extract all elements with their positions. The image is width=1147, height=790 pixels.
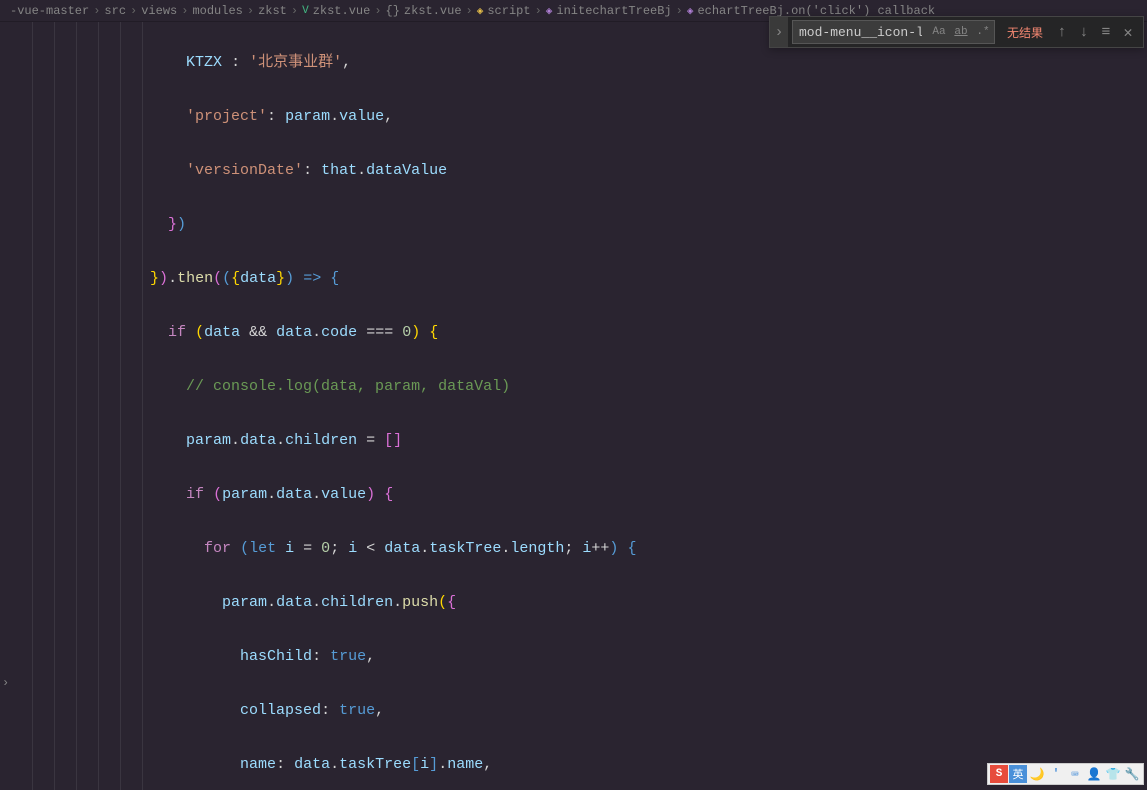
code-token: taskTree [429,540,501,557]
find-input[interactable] [793,23,928,42]
breadcrumb-item[interactable]: Vzkst.vue [302,4,370,18]
breadcrumb-item[interactable]: ◈initechartTreeBj [546,4,672,18]
code-token: data [240,270,276,287]
code-token: dataValue [366,162,447,179]
chevron-right-icon: › [181,4,188,18]
ime-toolbar[interactable]: S 英 🌙 ' ⌨ 👤 👕 🔧 [987,763,1144,785]
find-next-button[interactable]: ↓ [1073,21,1095,43]
chevron-right-icon: › [374,4,381,18]
gutter: › [0,22,20,790]
code-token: i [348,540,357,557]
code-token: data [276,486,312,503]
code-token: param [222,594,267,611]
code-token: taskTree [339,756,411,773]
method-icon: ◈ [546,4,553,18]
find-input-wrap: Aa ab .* [792,20,995,44]
breadcrumb-item[interactable]: views [141,4,177,18]
breadcrumb-item[interactable]: -vue-master [10,4,89,18]
code-token: true [330,648,366,665]
brace-icon: {} [386,4,400,18]
ime-user-icon[interactable]: 👤 [1085,765,1103,783]
ime-punct-icon[interactable]: ' [1047,765,1065,783]
code-token: i [420,756,429,773]
ime-logo-icon[interactable]: S [990,765,1008,783]
expand-arrow-icon[interactable]: › [2,676,9,690]
editor-area[interactable]: › KTZX : '北京事业群', 'project': param.value… [0,22,1147,790]
code-token: i [285,540,294,557]
code-token: true [339,702,375,719]
chevron-right-icon: › [93,4,100,18]
code-token: param [285,108,330,125]
code-token: name [447,756,483,773]
code-token: 0 [321,540,330,557]
vue-icon: V [302,5,309,17]
method-icon: ◈ [687,4,694,18]
code-token: data [276,594,312,611]
find-selection-button[interactable]: ≡ [1095,21,1117,43]
code-token: length [510,540,564,557]
code-token: 0 [402,324,411,341]
code-token: value [339,108,384,125]
code-token: data [276,324,312,341]
find-close-button[interactable]: ✕ [1117,21,1139,43]
match-word-button[interactable]: ab [951,22,971,42]
ime-keyboard-icon[interactable]: ⌨ [1066,765,1084,783]
code-token: param [186,432,231,449]
code-token: 'versionDate' [186,162,303,179]
code-token: KTZX [186,54,222,71]
code-token: collapsed [240,702,321,719]
code-token: push [402,594,438,611]
ime-lang-button[interactable]: 英 [1009,765,1027,783]
code-token: '北京事业群' [249,54,342,71]
find-prev-button[interactable]: ↑ [1051,21,1073,43]
code-token: that [321,162,357,179]
code-token: children [321,594,393,611]
code-token: if [168,324,186,341]
ime-skin-icon[interactable]: 👕 [1104,765,1122,783]
breadcrumb-item[interactable]: modules [192,4,242,18]
chevron-right-icon: › [466,4,473,18]
regex-button[interactable]: .* [973,22,993,42]
code-token: name [240,756,276,773]
chevron-right-icon: › [247,4,254,18]
code-token: let [249,540,276,557]
breadcrumb-item[interactable]: src [104,4,126,18]
ime-moon-icon[interactable]: 🌙 [1028,765,1046,783]
code-token: children [285,432,357,449]
chevron-right-icon: › [130,4,137,18]
code-token: hasChild [240,648,312,665]
chevron-right-icon: › [291,4,298,18]
find-toggle-replace[interactable]: › [770,17,788,47]
code-token: if [186,486,204,503]
code-token: data [240,432,276,449]
code-token: data [294,756,330,773]
find-widget: › Aa ab .* 无结果 ↑ ↓ ≡ ✕ [769,16,1144,48]
code-content[interactable]: KTZX : '北京事业群', 'project': param.value, … [20,22,1147,790]
breadcrumb-item[interactable]: zkst [258,4,287,18]
breadcrumb-item[interactable]: ◈script [477,4,531,18]
breadcrumb-item[interactable]: {}zkst.vue [386,4,462,18]
chevron-right-icon: › [535,4,542,18]
ime-settings-icon[interactable]: 🔧 [1123,765,1141,783]
chevron-right-icon: › [676,4,683,18]
code-token: value [321,486,366,503]
match-case-button[interactable]: Aa [929,22,949,42]
code-token: code [321,324,357,341]
code-token: then [177,270,213,287]
code-token: for [204,540,231,557]
code-token: 'project' [186,108,267,125]
find-result-text: 无结果 [1007,24,1043,41]
code-comment: // console.log(data, param, dataVal) [186,378,510,395]
code-token: data [204,324,240,341]
code-token: param [222,486,267,503]
script-icon: ◈ [477,4,484,18]
code-token: data [384,540,420,557]
